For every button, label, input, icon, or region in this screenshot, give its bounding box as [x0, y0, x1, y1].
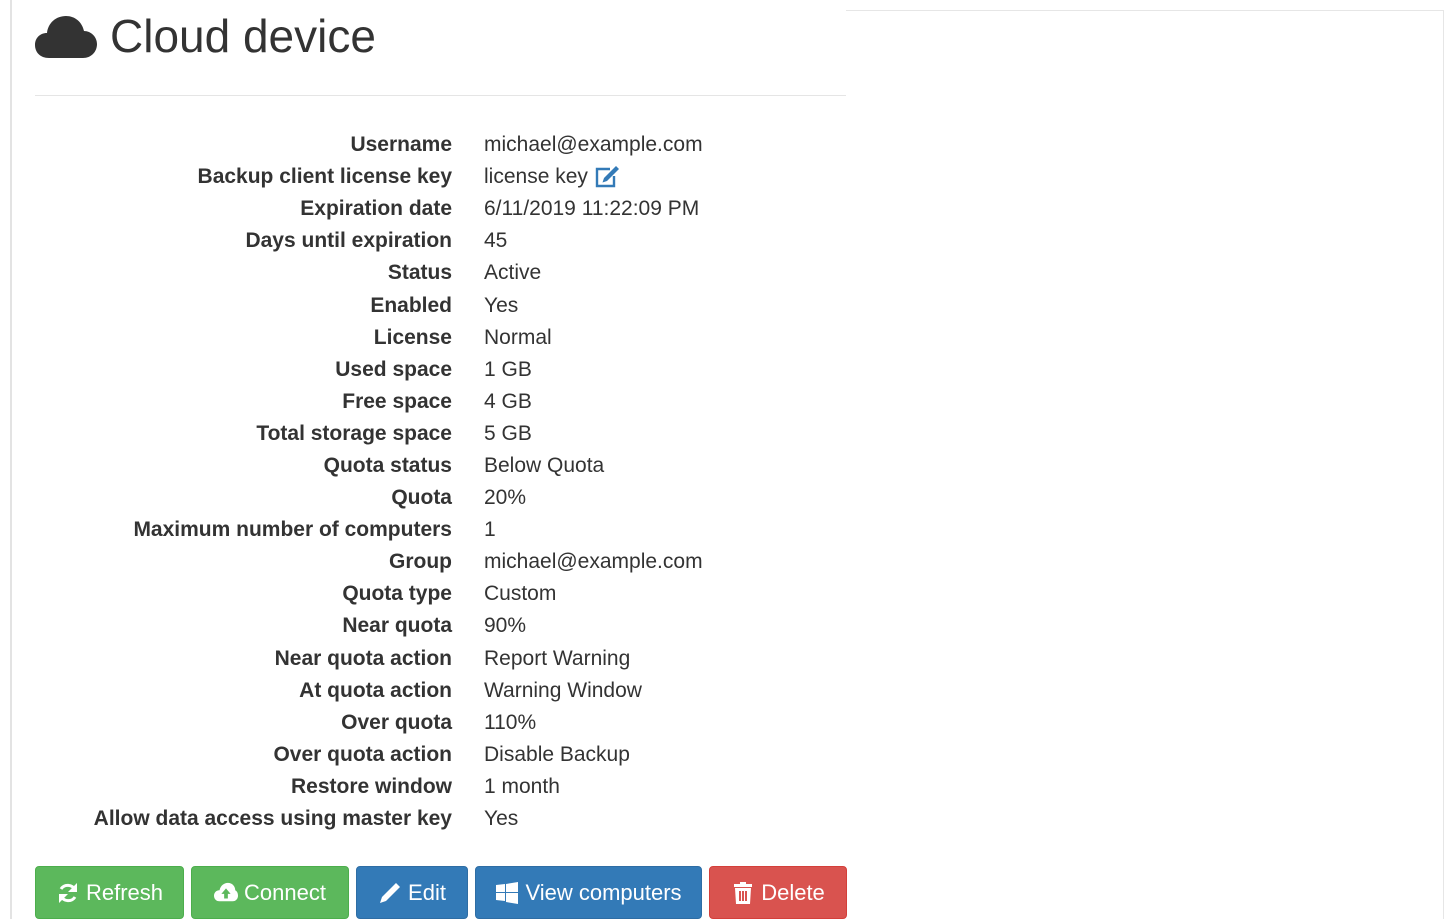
device-properties: Username michael@example.com Backup clie… [35, 129, 846, 835]
property-label: Over quota action [273, 742, 452, 766]
property-value: 20% [484, 486, 527, 510]
property-value: 4 GB [484, 389, 532, 413]
edit-icon[interactable] [594, 165, 620, 189]
property-value: 1 [484, 518, 496, 542]
connect-button-label: Connect [244, 879, 326, 905]
window-right-border [1443, 10, 1444, 919]
property-row-total-storage-space: Total storage space 5 GB [35, 418, 846, 450]
property-value: Custom [484, 582, 557, 606]
property-value: 90% [484, 614, 527, 638]
property-row-status: Status Active [35, 257, 846, 289]
trash-icon [734, 881, 753, 904]
property-row-free-space: Free space 4 GB [35, 386, 846, 418]
property-label: Total storage space [256, 421, 452, 445]
property-value: 110% [484, 710, 537, 734]
property-value: license key [484, 165, 620, 189]
page-header: Cloud device [35, 8, 376, 64]
property-row-maximum-number-of-computers: Maximum number of computers 1 [35, 514, 846, 546]
property-row-over-quota-action: Over quota action Disable Backup [35, 739, 846, 771]
delete-button-label: Delete [761, 879, 825, 905]
property-row-used-space: Used space 1 GB [35, 354, 846, 386]
property-label: Days until expiration [245, 229, 452, 253]
property-value: Warning Window [484, 678, 642, 702]
property-label: Expiration date [300, 197, 452, 221]
property-label: Status [387, 261, 452, 285]
property-value: michael@example.com [484, 550, 703, 574]
property-value: Below Quota [484, 453, 605, 477]
property-row-username: Username michael@example.com [35, 129, 846, 161]
property-value: 45 [484, 229, 508, 253]
window-left-border [10, 0, 12, 919]
refresh-button[interactable]: Refresh [35, 866, 184, 919]
cloud-device-panel: Cloud device Username michael@example.co… [35, 0, 847, 919]
property-row-license: License Normal [35, 322, 846, 354]
refresh-button-label: Refresh [85, 879, 164, 905]
property-row-at-quota-action: At quota action Warning Window [35, 675, 846, 707]
view-computers-button[interactable]: View computers [475, 866, 702, 919]
windows-icon [496, 881, 519, 904]
window-top-border [846, 10, 1443, 11]
property-row-allow-data-access: Allow data access using master key Yes [35, 803, 846, 835]
property-label: Quota status [323, 453, 452, 477]
property-value: 1 month [484, 774, 560, 798]
property-label: Quota [391, 486, 452, 510]
property-row-over-quota: Over quota 110% [35, 707, 846, 739]
property-value: 1 GB [484, 357, 532, 381]
header-divider [35, 95, 846, 96]
property-row-days-until-expiration: Days until expiration 45 [35, 225, 846, 257]
property-row-quota-status: Quota status Below Quota [35, 450, 846, 482]
property-row-near-quota: Near quota 90% [35, 610, 846, 642]
property-row-enabled: Enabled Yes [35, 289, 846, 321]
page-title: Cloud device [110, 10, 376, 62]
property-row-license-key: Backup client license key license key [35, 161, 846, 193]
connect-button[interactable]: Connect [191, 866, 349, 919]
property-value: Normal [484, 325, 552, 349]
property-row-quota-type: Quota type Custom [35, 578, 846, 610]
property-row-restore-window: Restore window 1 month [35, 771, 846, 803]
property-row-group: Group michael@example.com [35, 546, 846, 578]
property-value: Yes [484, 807, 519, 831]
property-value: Active [484, 261, 542, 285]
cloud-icon [35, 16, 97, 58]
property-label: Maximum number of computers [133, 518, 452, 542]
property-value: Disable Backup [484, 742, 630, 766]
property-value: 6/11/2019 11:22:09 PM [484, 197, 700, 221]
edit-button-label: Edit [408, 879, 446, 905]
property-label: Allow data access using master key [93, 807, 452, 831]
refresh-icon [58, 882, 77, 903]
property-label: At quota action [299, 678, 452, 702]
edit-button[interactable]: Edit [356, 866, 468, 919]
property-label: Used space [335, 357, 452, 381]
property-label: Over quota [341, 710, 452, 734]
cloud-upload-icon [214, 882, 239, 901]
property-row-quota: Quota 20% [35, 482, 846, 514]
property-value: Report Warning [484, 646, 631, 670]
property-label: Username [350, 133, 452, 157]
property-label: Quota type [342, 582, 452, 606]
property-value: Yes [484, 293, 519, 317]
property-row-expiration-date: Expiration date 6/11/2019 11:22:09 PM [35, 193, 846, 225]
property-label: Near quota action [274, 646, 452, 670]
action-toolbar: Refresh Connect Edit View computers Dele… [35, 866, 847, 919]
delete-button[interactable]: Delete [709, 866, 847, 919]
property-row-near-quota-action: Near quota action Report Warning [35, 643, 846, 675]
property-label: Enabled [370, 293, 452, 317]
property-label: Free space [342, 389, 452, 413]
pencil-icon [380, 882, 401, 903]
property-label: Backup client license key [197, 165, 452, 189]
property-value: michael@example.com [484, 133, 703, 157]
property-label: License [373, 325, 452, 349]
property-value: 5 GB [484, 421, 532, 445]
view-computers-button-label: View computers [525, 879, 682, 905]
property-label: Restore window [290, 774, 452, 798]
license-key-value: license key [484, 165, 588, 189]
property-label: Near quota [342, 614, 452, 638]
property-label: Group [389, 550, 452, 574]
